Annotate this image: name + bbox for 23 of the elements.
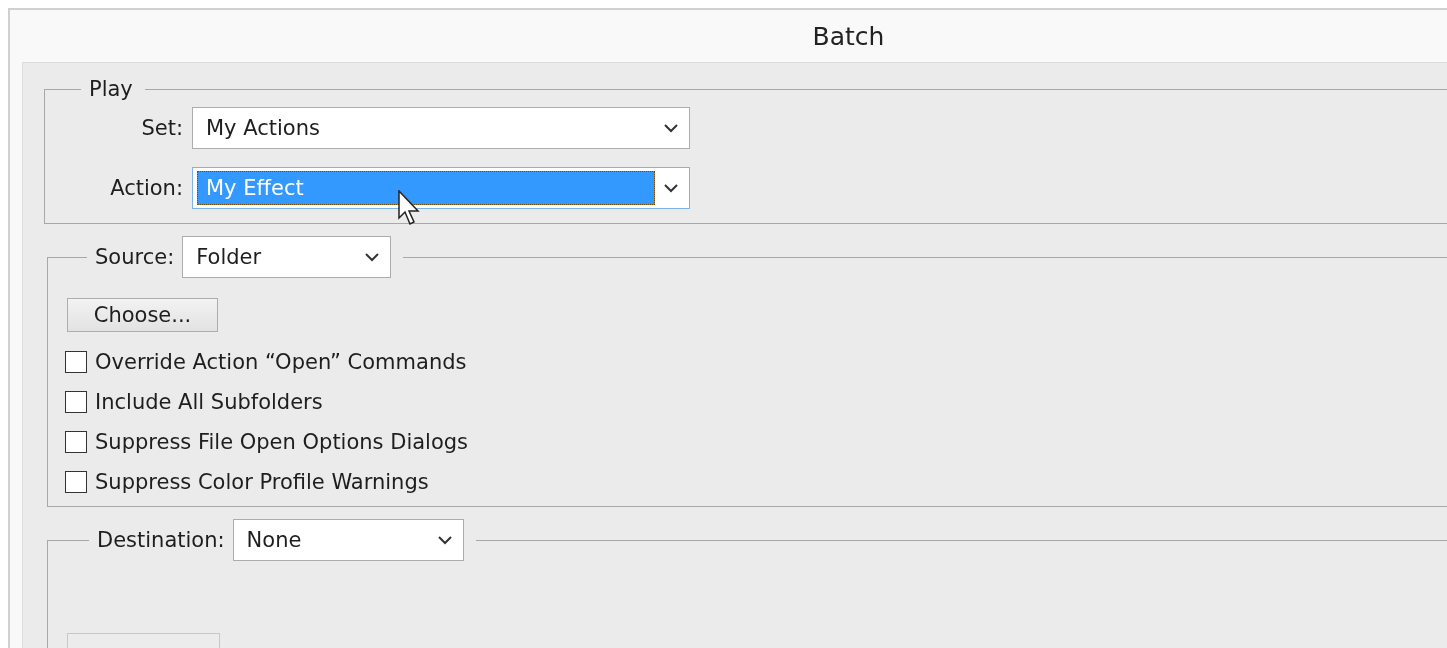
checkbox-option[interactable]: Override Action “Open” Commands	[65, 350, 1447, 374]
field-label: Destination:	[97, 528, 225, 552]
window-title: Batch	[812, 21, 885, 51]
checkbox-option[interactable]: Suppress File Open Options Dialogs	[65, 430, 1447, 454]
field-label: Set:	[140, 116, 183, 140]
chevron-down-icon	[436, 535, 453, 545]
checkbox-option[interactable]: Include All Subfolders	[65, 390, 1447, 414]
checkbox[interactable]	[65, 431, 87, 453]
chevron-down-icon	[364, 252, 381, 262]
chevron-down-icon	[663, 183, 679, 193]
dropdown[interactable]: My Actions	[192, 107, 690, 149]
mouse-pointer-icon	[398, 190, 422, 228]
dropdown[interactable]: Folder	[182, 236, 392, 278]
checkbox[interactable]	[65, 351, 87, 373]
chevron-down-icon	[663, 123, 679, 133]
field-label: Source:	[95, 245, 175, 269]
checkbox[interactable]	[65, 391, 87, 413]
field-label: Action:	[109, 176, 183, 200]
dropdown[interactable]: None	[232, 519, 464, 561]
group-title: Play	[89, 77, 133, 101]
choose-button[interactable]: Choose...	[67, 298, 218, 332]
checkbox-option[interactable]: Suppress Color Profile Warnings	[65, 470, 1447, 494]
checkbox[interactable]	[65, 471, 87, 493]
